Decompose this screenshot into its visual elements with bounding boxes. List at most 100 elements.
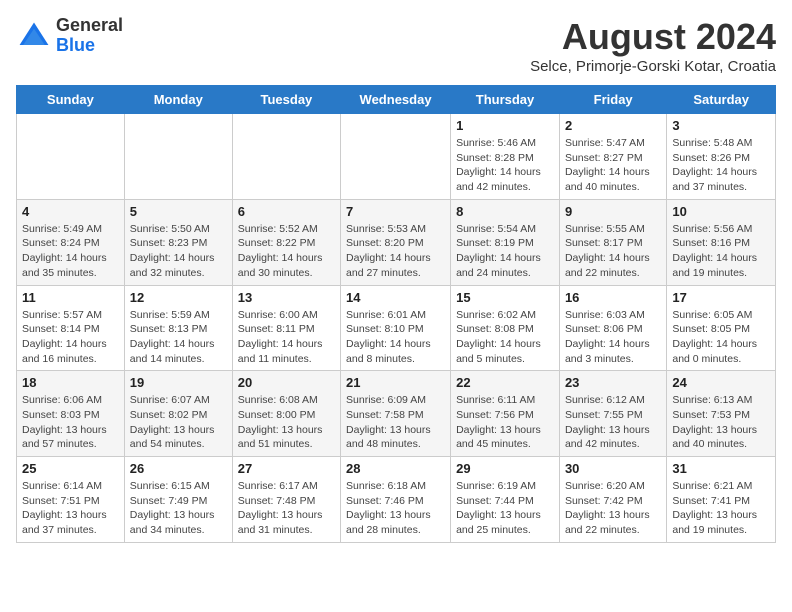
calendar-cell: 5 Sunrise: 5:50 AMSunset: 8:23 PMDaylight… — [124, 199, 232, 285]
calendar-table: SundayMondayTuesdayWednesdayThursdayFrid… — [16, 85, 776, 543]
day-info: Sunrise: 6:05 AMSunset: 8:05 PMDaylight:… — [672, 308, 770, 367]
calendar-cell: 13 Sunrise: 6:00 AMSunset: 8:11 PMDayligh… — [232, 285, 340, 371]
calendar-cell: 14Sunrise: 6:01 AMSunset: 8:10 PMDayligh… — [341, 285, 451, 371]
calendar-cell: 25Sunrise: 6:14 AMSunset: 7:51 PMDayligh… — [17, 457, 125, 543]
day-number: 24 — [672, 375, 770, 390]
day-info: Sunrise: 6:12 AMSunset: 7:55 PMDaylight:… — [565, 393, 661, 452]
day-info: Sunrise: 5:56 AMSunset: 8:16 PMDaylight:… — [672, 222, 770, 281]
day-number: 31 — [672, 461, 770, 476]
calendar-cell: 10Sunrise: 5:56 AMSunset: 8:16 PMDayligh… — [667, 199, 776, 285]
calendar-cell: 19 Sunrise: 6:07 AMSunset: 8:02 PMDayligh… — [124, 371, 232, 457]
day-info: Sunrise: 5:53 AMSunset: 8:20 PMDaylight:… — [346, 222, 445, 281]
day-info: Sunrise: 6:13 AMSunset: 7:53 PMDaylight:… — [672, 393, 770, 452]
day-number: 7 — [346, 204, 445, 219]
calendar-cell: 26 Sunrise: 6:15 AMSunset: 7:49 PMDayligh… — [124, 457, 232, 543]
calendar-cell: 6 Sunrise: 5:52 AMSunset: 8:22 PMDaylight… — [232, 199, 340, 285]
calendar-week-row: 4Sunrise: 5:49 AMSunset: 8:24 PMDaylight… — [17, 199, 776, 285]
day-number: 15 — [456, 290, 554, 305]
day-info: Sunrise: 6:20 AMSunset: 7:42 PMDaylight:… — [565, 479, 661, 538]
calendar-cell: 31 Sunrise: 6:21 AMSunset: 7:41 PMDayligh… — [667, 457, 776, 543]
calendar-cell: 30 Sunrise: 6:20 AMSunset: 7:42 PMDayligh… — [559, 457, 666, 543]
calendar-cell — [232, 114, 340, 200]
day-number: 1 — [456, 118, 554, 133]
day-info: Sunrise: 6:07 AMSunset: 8:02 PMDaylight:… — [130, 393, 227, 452]
day-number: 17 — [672, 290, 770, 305]
calendar-cell: 18Sunrise: 6:06 AMSunset: 8:03 PMDayligh… — [17, 371, 125, 457]
day-number: 25 — [22, 461, 119, 476]
day-number: 6 — [238, 204, 335, 219]
calendar-cell — [17, 114, 125, 200]
day-info: Sunrise: 5:55 AMSunset: 8:17 PMDaylight:… — [565, 222, 661, 281]
calendar-cell: 28 Sunrise: 6:18 AMSunset: 7:46 PMDayligh… — [341, 457, 451, 543]
day-info: Sunrise: 5:47 AMSunset: 8:27 PMDaylight:… — [565, 136, 661, 195]
calendar-week-row: 25Sunrise: 6:14 AMSunset: 7:51 PMDayligh… — [17, 457, 776, 543]
calendar-cell: 22Sunrise: 6:11 AMSunset: 7:56 PMDayligh… — [451, 371, 560, 457]
day-of-week-header: Tuesday — [232, 86, 340, 114]
day-info: Sunrise: 6:03 AMSunset: 8:06 PMDaylight:… — [565, 308, 661, 367]
day-of-week-header: Sunday — [17, 86, 125, 114]
calendar-week-row: 1 Sunrise: 5:46 AMSunset: 8:28 PMDaylight… — [17, 114, 776, 200]
day-number: 28 — [346, 461, 445, 476]
day-info: Sunrise: 6:08 AMSunset: 8:00 PMDaylight:… — [238, 393, 335, 452]
calendar-cell: 16 Sunrise: 6:03 AMSunset: 8:06 PMDayligh… — [559, 285, 666, 371]
calendar-cell: 2 Sunrise: 5:47 AMSunset: 8:27 PMDaylight… — [559, 114, 666, 200]
day-number: 2 — [565, 118, 661, 133]
month-title: August 2024 — [530, 16, 776, 58]
day-of-week-header: Thursday — [451, 86, 560, 114]
calendar-cell: 12Sunrise: 5:59 AMSunset: 8:13 PMDayligh… — [124, 285, 232, 371]
day-number: 29 — [456, 461, 554, 476]
calendar-cell: 27 Sunrise: 6:17 AMSunset: 7:48 PMDayligh… — [232, 457, 340, 543]
day-info: Sunrise: 6:15 AMSunset: 7:49 PMDaylight:… — [130, 479, 227, 538]
day-info: Sunrise: 6:09 AMSunset: 7:58 PMDaylight:… — [346, 393, 445, 452]
day-number: 26 — [130, 461, 227, 476]
day-of-week-header: Friday — [559, 86, 666, 114]
day-number: 21 — [346, 375, 445, 390]
calendar-cell: 7 Sunrise: 5:53 AMSunset: 8:20 PMDaylight… — [341, 199, 451, 285]
day-info: Sunrise: 6:00 AMSunset: 8:11 PMDaylight:… — [238, 308, 335, 367]
calendar-cell: 23 Sunrise: 6:12 AMSunset: 7:55 PMDayligh… — [559, 371, 666, 457]
day-number: 20 — [238, 375, 335, 390]
day-number: 16 — [565, 290, 661, 305]
calendar-cell: 17 Sunrise: 6:05 AMSunset: 8:05 PMDayligh… — [667, 285, 776, 371]
logo-text: General Blue — [56, 16, 123, 56]
day-info: Sunrise: 5:46 AMSunset: 8:28 PMDaylight:… — [456, 136, 554, 195]
day-number: 30 — [565, 461, 661, 476]
day-info: Sunrise: 5:52 AMSunset: 8:22 PMDaylight:… — [238, 222, 335, 281]
day-number: 23 — [565, 375, 661, 390]
day-number: 19 — [130, 375, 227, 390]
day-info: Sunrise: 6:02 AMSunset: 8:08 PMDaylight:… — [456, 308, 554, 367]
title-block: August 2024 Selce, Primorje-Gorski Kotar… — [530, 16, 776, 75]
day-number: 8 — [456, 204, 554, 219]
day-number: 22 — [456, 375, 554, 390]
day-info: Sunrise: 6:21 AMSunset: 7:41 PMDaylight:… — [672, 479, 770, 538]
logo: General Blue — [16, 16, 123, 56]
day-number: 27 — [238, 461, 335, 476]
day-info: Sunrise: 6:06 AMSunset: 8:03 PMDaylight:… — [22, 393, 119, 452]
day-of-week-header: Saturday — [667, 86, 776, 114]
calendar-cell: 20 Sunrise: 6:08 AMSunset: 8:00 PMDayligh… — [232, 371, 340, 457]
calendar-cell: 4Sunrise: 5:49 AMSunset: 8:24 PMDaylight… — [17, 199, 125, 285]
day-number: 9 — [565, 204, 661, 219]
calendar-cell: 29Sunrise: 6:19 AMSunset: 7:44 PMDayligh… — [451, 457, 560, 543]
calendar-cell: 11 Sunrise: 5:57 AMSunset: 8:14 PMDayligh… — [17, 285, 125, 371]
day-number: 14 — [346, 290, 445, 305]
page-header: General Blue August 2024 Selce, Primorje… — [16, 16, 776, 75]
calendar-cell: 15 Sunrise: 6:02 AMSunset: 8:08 PMDayligh… — [451, 285, 560, 371]
day-info: Sunrise: 5:49 AMSunset: 8:24 PMDaylight:… — [22, 222, 119, 281]
calendar-cell: 1 Sunrise: 5:46 AMSunset: 8:28 PMDaylight… — [451, 114, 560, 200]
calendar-body: 1 Sunrise: 5:46 AMSunset: 8:28 PMDaylight… — [17, 114, 776, 543]
day-number: 13 — [238, 290, 335, 305]
day-number: 3 — [672, 118, 770, 133]
day-number: 5 — [130, 204, 227, 219]
calendar-cell: 21 Sunrise: 6:09 AMSunset: 7:58 PMDayligh… — [341, 371, 451, 457]
day-info: Sunrise: 5:50 AMSunset: 8:23 PMDaylight:… — [130, 222, 227, 281]
day-info: Sunrise: 6:18 AMSunset: 7:46 PMDaylight:… — [346, 479, 445, 538]
calendar-week-row: 11 Sunrise: 5:57 AMSunset: 8:14 PMDayligh… — [17, 285, 776, 371]
day-info: Sunrise: 5:48 AMSunset: 8:26 PMDaylight:… — [672, 136, 770, 195]
day-info: Sunrise: 5:57 AMSunset: 8:14 PMDaylight:… — [22, 308, 119, 367]
calendar-cell — [341, 114, 451, 200]
calendar-cell: 9 Sunrise: 5:55 AMSunset: 8:17 PMDaylight… — [559, 199, 666, 285]
location: Selce, Primorje-Gorski Kotar, Croatia — [530, 58, 776, 75]
day-info: Sunrise: 6:17 AMSunset: 7:48 PMDaylight:… — [238, 479, 335, 538]
day-number: 11 — [22, 290, 119, 305]
